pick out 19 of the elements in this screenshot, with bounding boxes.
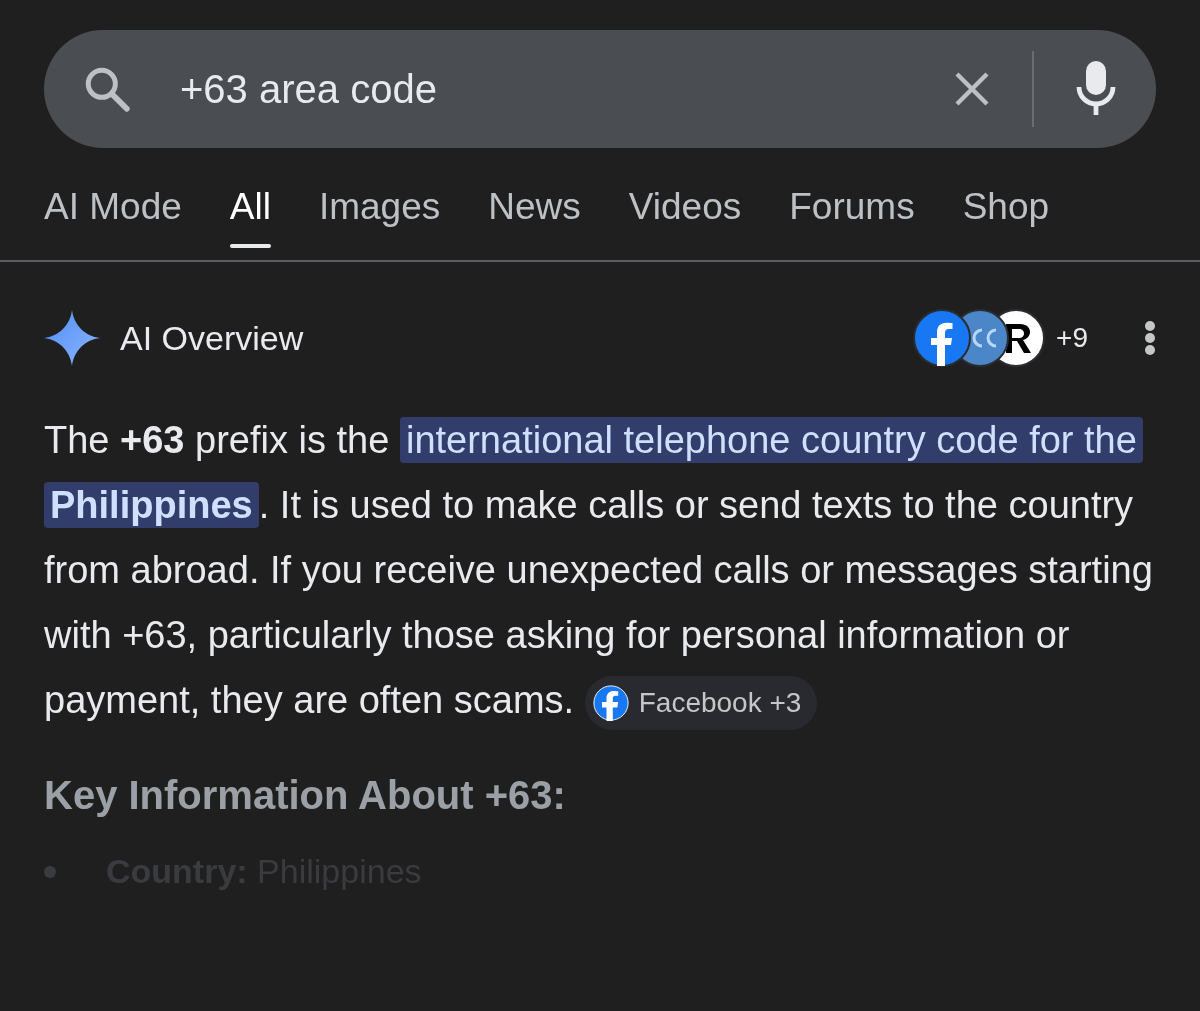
source-chip[interactable]: Facebook +3 bbox=[584, 675, 818, 730]
facebook-logo-icon bbox=[592, 684, 629, 721]
tab[interactable]: News bbox=[488, 186, 581, 248]
tab[interactable]: All bbox=[229, 186, 271, 248]
overview-title: AI Overview bbox=[120, 318, 305, 358]
tab[interactable]: Videos bbox=[628, 186, 742, 248]
more-options-icon[interactable] bbox=[1144, 320, 1156, 356]
bullet-dot bbox=[44, 865, 56, 878]
search-field[interactable]: +63 area code bbox=[44, 30, 1156, 148]
tab[interactable]: Shop bbox=[962, 186, 1050, 248]
tab[interactable]: Forums bbox=[789, 186, 915, 248]
section-heading: Key Information About +63: bbox=[44, 773, 567, 818]
tab[interactable]: AI Mode bbox=[44, 186, 182, 248]
tab[interactable]: Images bbox=[318, 186, 441, 248]
source-count: +9 bbox=[1056, 322, 1088, 354]
microphone-icon[interactable] bbox=[1076, 61, 1116, 117]
sparkle-icon bbox=[44, 310, 100, 366]
search-query: +63 area code bbox=[180, 66, 437, 111]
overview-paragraph: The +63 prefix is the international telephone country code for the Philippines. It is used to make calls or send texts to the country from abroad. If you receive unexpected calls or messages starting with +63, particularly those asking for personal information or payment, they are often scams. Facebook +3 bbox=[44, 408, 1156, 733]
